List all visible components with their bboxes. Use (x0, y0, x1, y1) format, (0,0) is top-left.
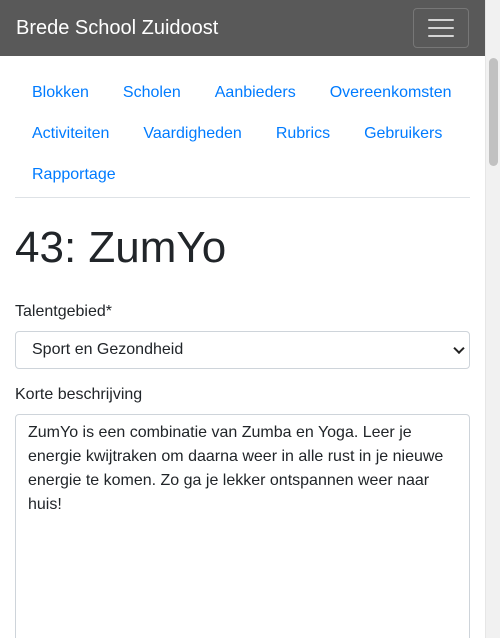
section-nav: Blokken Scholen Aanbieders Overeenkomste… (15, 56, 470, 198)
nav-link-scholen[interactable]: Scholen (106, 72, 198, 113)
nav-link-rubrics[interactable]: Rubrics (259, 113, 347, 154)
talentgebied-select[interactable]: Sport en Gezondheid (15, 330, 470, 369)
hamburger-menu-icon-bar (428, 27, 454, 29)
nav-link-aanbieders[interactable]: Aanbieders (198, 72, 313, 113)
nav-link-gebruikers[interactable]: Gebruikers (347, 113, 459, 154)
scrollbar-thumb[interactable] (489, 58, 498, 166)
hamburger-menu-icon (428, 19, 454, 21)
beschrijving-textarea[interactable]: ZumYo is een combinatie van Zumba en Yog… (15, 413, 470, 638)
navbar: Brede School Zuidoost (0, 0, 485, 56)
talentgebied-selected-value: Sport en Gezondheid (32, 340, 184, 358)
page-scrollbar[interactable] (485, 0, 500, 638)
hamburger-menu-icon-bar (428, 35, 454, 37)
beschrijving-label: Korte beschrijving (15, 385, 143, 403)
nav-link-overeenkomsten[interactable]: Overeenkomsten (313, 72, 469, 113)
chevron-down-icon (453, 342, 465, 354)
nav-link-rapportage[interactable]: Rapportage (15, 154, 133, 195)
main-content: Blokken Scholen Aanbieders Overeenkomste… (15, 56, 470, 638)
nav-link-activiteiten[interactable]: Activiteiten (15, 113, 126, 154)
talentgebied-label: Talentgebied* (15, 302, 112, 320)
navbar-toggle-button[interactable] (413, 8, 469, 48)
nav-link-vaardigheden[interactable]: Vaardigheden (126, 113, 258, 154)
navbar-brand[interactable]: Brede School Zuidoost (16, 18, 218, 38)
nav-link-blokken[interactable]: Blokken (15, 72, 106, 113)
page-title: 43: ZumYo (15, 223, 227, 272)
